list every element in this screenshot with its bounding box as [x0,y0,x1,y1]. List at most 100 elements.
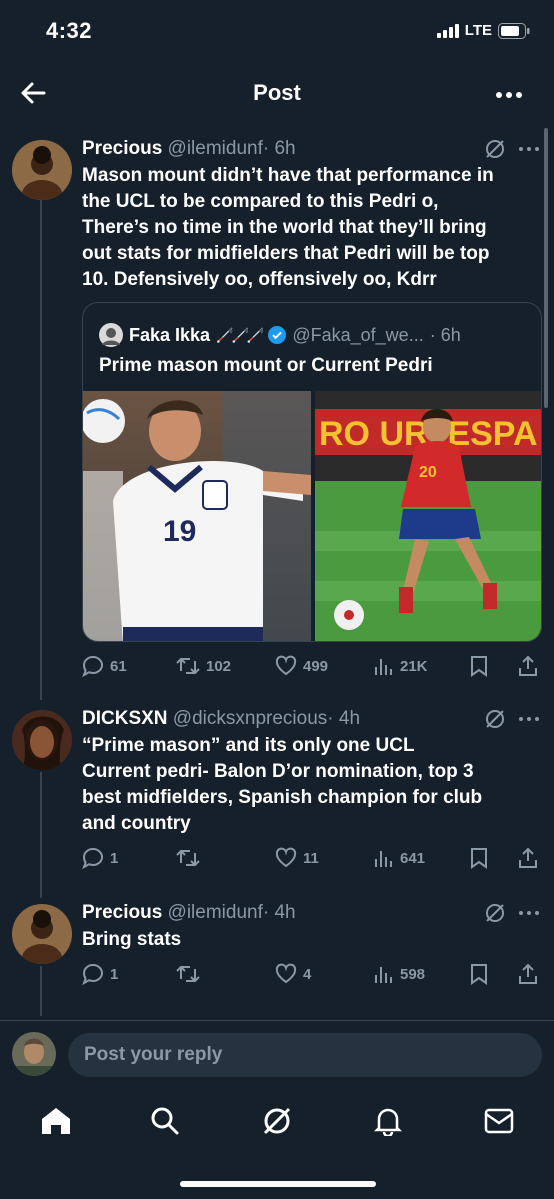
views-button[interactable]: 21K [374,655,428,677]
like-button[interactable]: 11 [275,847,319,869]
grok-icon [486,140,504,158]
more-options-button[interactable] [494,80,528,110]
like-count: 499 [303,657,329,675]
like-count: 11 [303,849,319,867]
nav-grok[interactable] [262,1106,292,1136]
views-icon [375,851,392,867]
views-count: 641 [400,849,426,867]
bookmark-button[interactable] [470,847,488,869]
share-button[interactable] [518,655,538,677]
quote-image-right[interactable]: RO URI ESPA 20 [315,391,541,641]
author-name[interactable]: DICKSXN [82,708,168,729]
thread-line [40,772,42,898]
thread-line [40,200,42,700]
bookmark-button[interactable] [470,655,488,677]
reply-icon [82,963,104,985]
current-user-avatar[interactable] [12,1032,56,1076]
grok-button[interactable] [484,902,506,924]
quote-time: · 6h [429,324,461,345]
reply-icon [82,655,104,677]
retweet-button[interactable] [176,847,206,869]
like-button[interactable]: 4 [275,963,311,985]
quote-author-handle[interactable]: @Faka_of_we... [292,325,423,346]
share-icon [519,847,537,868]
nav-messages[interactable] [484,1107,514,1135]
status-time: 4:32 [46,18,93,43]
views-button[interactable]: 598 [374,963,425,985]
views-button[interactable]: 641 [374,847,425,869]
retweet-icon [176,849,200,867]
tweet-time: · 4h [327,708,361,729]
nav-search[interactable] [150,1106,180,1136]
retweet-button[interactable]: 102 [176,655,231,677]
retweet-button[interactable] [176,963,206,985]
battery-icon [498,22,530,39]
avatar[interactable] [12,140,72,200]
reply-count: 61 [110,657,127,675]
quote-image-left[interactable]: 19 [83,391,311,641]
like-count: 4 [303,965,312,983]
views-icon [375,967,392,983]
tweet-text: Bring stats [82,929,182,950]
author-name[interactable]: Precious [82,902,162,923]
bookmark-icon [471,656,487,677]
quoted-post[interactable]: Faka Ikka 🦯🦯🦯 @Faka_of_we... · 6h Prime m… [82,302,542,642]
like-button[interactable]: 499 [275,655,328,677]
bookmark-button[interactable] [470,963,488,985]
network-label: LTE [464,22,492,39]
views-count: 598 [400,965,426,983]
tweet-more-button[interactable] [518,140,540,158]
thread-line [40,966,42,1016]
home-icon [42,1108,70,1134]
author-name[interactable]: Precious [82,138,162,159]
more-icon [519,717,539,721]
views-count: 21K [400,657,428,675]
grok-button[interactable] [484,708,506,730]
reply-count: 1 [110,849,119,867]
views-icon [375,659,392,675]
author-handle[interactable]: @ilemidunf [168,138,263,159]
bookmark-icon [471,848,487,869]
reply-button[interactable]: 61 [82,655,127,677]
status-icons: LTE [436,22,530,39]
signal-icon [436,23,459,38]
tweet-more-button[interactable] [518,904,540,922]
heart-icon [275,963,297,984]
nav-notifications[interactable] [373,1106,403,1136]
grok-button[interactable] [484,138,506,160]
avatar[interactable] [12,904,72,964]
reply-button[interactable]: 1 [82,963,118,985]
tweet-actions: 1 11 641 [82,846,542,870]
tweet-time: · 4h [262,902,296,923]
reply-input[interactable]: Post your reply [68,1033,542,1077]
grok-icon [486,710,504,728]
search-icon [151,1107,179,1135]
bookmark-icon [471,964,487,985]
tweet-header: Precious @ilemidunf· 6h [82,138,296,160]
scrollbar[interactable] [544,128,548,408]
tweet-more-button[interactable] [518,710,540,728]
grok-icon [263,1107,291,1135]
avatar[interactable] [12,710,72,770]
author-handle[interactable]: @ilemidunf [168,902,263,923]
nav-home[interactable] [40,1106,72,1136]
share-button[interactable] [518,847,538,869]
more-icon [519,911,539,915]
quote-author-name[interactable]: Faka Ikka [129,325,210,346]
share-button[interactable] [518,963,538,985]
quote-author-emoji: 🦯🦯🦯 [216,326,264,343]
notifications-icon [373,1108,403,1136]
tweet-actions: 61 102 499 21K [82,654,542,678]
avatar[interactable] [99,323,123,347]
reply-button[interactable]: 1 [82,847,118,869]
more-icon [496,92,522,98]
home-indicator [180,1181,376,1187]
tweet-header: DICKSXN @dicksxnprecious· 4h [82,708,360,730]
author-handle[interactable]: @dicksxnprecious [173,708,327,729]
page-title: Post [253,80,301,105]
tweet-text: “Prime mason” and its only one UCL Curre… [82,735,483,834]
share-icon [519,963,537,984]
retweet-icon [176,657,200,675]
retweet-icon [176,965,200,983]
tweet-text: Mason mount didn’t have that performance… [82,165,494,290]
